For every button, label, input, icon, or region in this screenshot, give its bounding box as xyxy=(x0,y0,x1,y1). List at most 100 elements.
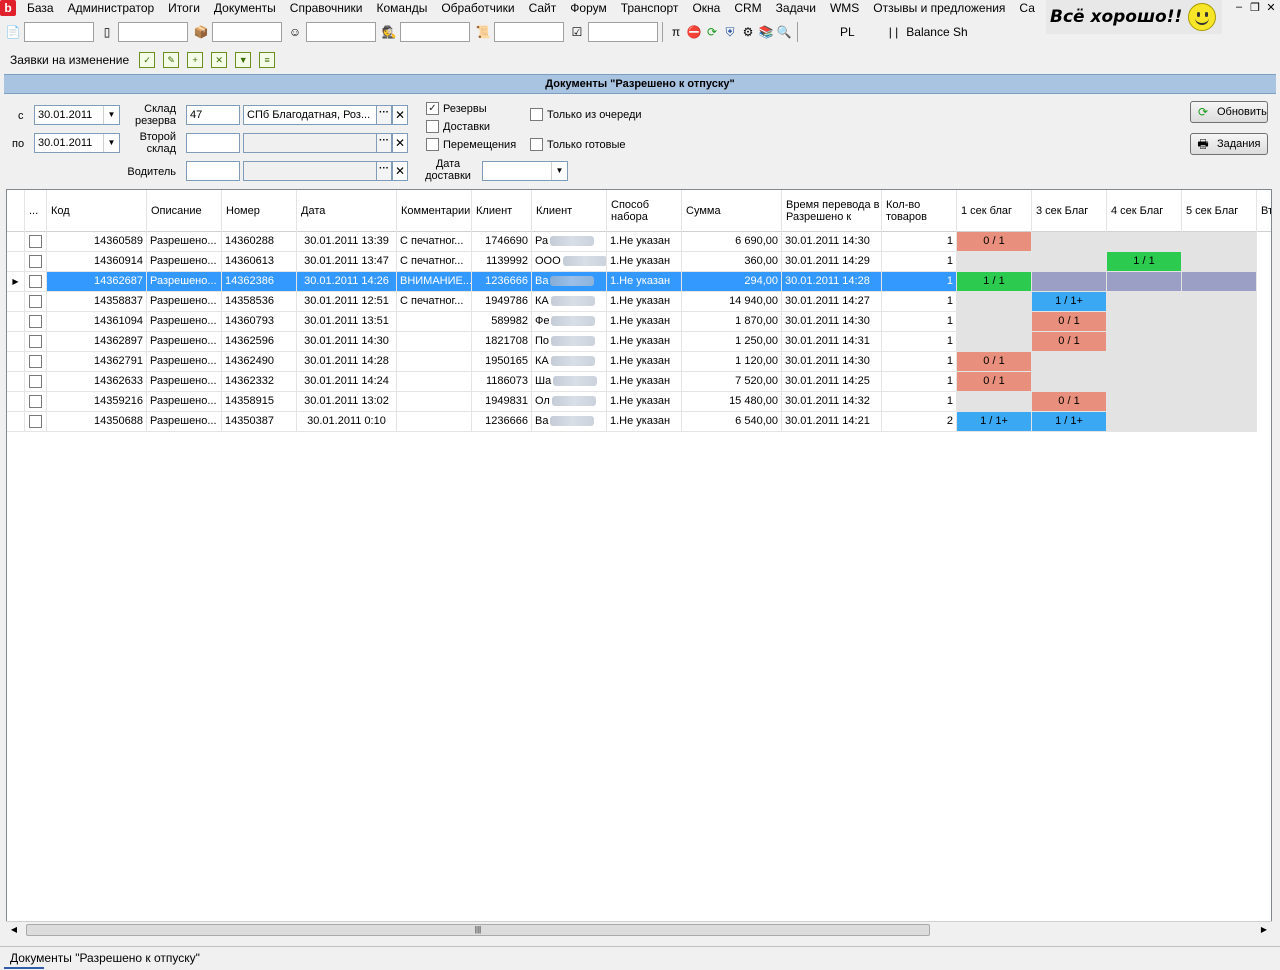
horizontal-scrollbar[interactable]: ◀ ||| ▶ xyxy=(6,921,1272,937)
row-checkbox[interactable] xyxy=(29,315,42,328)
cell-num[interactable]: 14360288 xyxy=(222,232,297,252)
scroll-icon[interactable]: 📜 xyxy=(474,23,492,41)
column-header-4[interactable]: Дата xyxy=(297,190,397,232)
cell-date[interactable]: 30.01.2011 13:47 xyxy=(297,252,397,272)
cell-num[interactable]: 14362332 xyxy=(222,372,297,392)
row-indicator[interactable] xyxy=(7,392,25,412)
cell-code[interactable]: 14360914 xyxy=(47,252,147,272)
toolbar-field-5[interactable] xyxy=(400,22,470,42)
column-header-5[interactable]: Комментарии xyxy=(397,190,472,232)
cell-client_id[interactable]: 1949786 xyxy=(472,292,532,312)
menu-item-14[interactable]: Отзывы и предложения xyxy=(866,0,1012,16)
cell-sum[interactable]: 6 540,00 xyxy=(682,412,782,432)
driver-browse-button[interactable]: ··· xyxy=(376,161,392,181)
cell-time[interactable]: 30.01.2011 14:32 xyxy=(782,392,882,412)
table-row[interactable]: 14350688 Разрешено... 14350387 30.01.2011 0… xyxy=(7,412,1271,432)
second-warehouse-clear-button[interactable]: ✕ xyxy=(392,133,408,153)
cell-s3[interactable] xyxy=(1032,352,1107,372)
pl-label[interactable]: PL xyxy=(836,25,859,39)
reserves-checkbox[interactable]: ✓ Резервы xyxy=(426,102,487,115)
cell-code[interactable]: 14362633 xyxy=(47,372,147,392)
column-header-16[interactable]: Вт xyxy=(1257,190,1271,232)
cell-code[interactable]: 14359216 xyxy=(47,392,147,412)
cell-comment[interactable] xyxy=(397,312,472,332)
request-list-icon[interactable]: ≡ xyxy=(259,52,276,68)
scroll-left-icon[interactable]: ◀ xyxy=(6,922,22,938)
toolbar-field-1[interactable] xyxy=(24,22,94,42)
cell-s5[interactable] xyxy=(1182,232,1257,252)
ready-only-check-box[interactable] xyxy=(530,138,543,151)
cell-s3[interactable]: 1 / 1+ xyxy=(1032,412,1107,432)
menu-item-10[interactable]: Окна xyxy=(685,0,727,16)
app-logo-icon[interactable]: b xyxy=(0,0,16,16)
cell-s3[interactable] xyxy=(1032,272,1107,292)
cell-s1[interactable]: 0 / 1 xyxy=(957,352,1032,372)
stop-icon[interactable]: ⛔ xyxy=(685,23,703,41)
menu-item-5[interactable]: Команды xyxy=(369,0,434,16)
cell-date[interactable]: 30.01.2011 14:28 xyxy=(297,352,397,372)
pi-icon[interactable]: π xyxy=(667,23,685,41)
driver-code-field[interactable] xyxy=(186,161,240,181)
menu-item-4[interactable]: Справочники xyxy=(283,0,370,16)
maximize-icon[interactable]: ❐ xyxy=(1248,1,1262,14)
cell-s4[interactable] xyxy=(1107,292,1182,312)
cell-sum[interactable]: 6 690,00 xyxy=(682,232,782,252)
table-row[interactable]: 14361094 Разрешено... 14360793 30.01.2011 1… xyxy=(7,312,1271,332)
cell-comment[interactable] xyxy=(397,412,472,432)
cell-s4[interactable] xyxy=(1107,272,1182,292)
cell-num[interactable]: 14350387 xyxy=(222,412,297,432)
cell-s1[interactable]: 1 / 1 xyxy=(957,272,1032,292)
cell-qty[interactable]: 1 xyxy=(882,392,957,412)
cell-sum[interactable]: 14 940,00 xyxy=(682,292,782,312)
row-checkbox[interactable] xyxy=(29,415,42,428)
cell-client_id[interactable]: 1821708 xyxy=(472,332,532,352)
cell-s1[interactable]: 1 / 1+ xyxy=(957,412,1032,432)
cell-s1[interactable]: 0 / 1 xyxy=(957,232,1032,252)
cell-desc[interactable]: Разрешено... xyxy=(147,292,222,312)
menu-item-7[interactable]: Сайт xyxy=(522,0,564,16)
cell-qty[interactable]: 1 xyxy=(882,232,957,252)
cell-qty[interactable]: 1 xyxy=(882,252,957,272)
cell-s5[interactable] xyxy=(1182,332,1257,352)
row-indicator[interactable] xyxy=(7,372,25,392)
column-header-0[interactable]: ... xyxy=(25,190,47,232)
moves-check-box[interactable] xyxy=(426,138,439,151)
queue-only-checkbox[interactable]: Только из очереди xyxy=(530,108,642,121)
cell-time[interactable]: 30.01.2011 14:31 xyxy=(782,332,882,352)
row-indicator[interactable] xyxy=(7,352,25,372)
cell-desc[interactable]: Разрешено... xyxy=(147,252,222,272)
table-row[interactable]: 14362897 Разрешено... 14362596 30.01.2011 1… xyxy=(7,332,1271,352)
cell-num[interactable]: 14362490 xyxy=(222,352,297,372)
cell-num[interactable]: 14358536 xyxy=(222,292,297,312)
cell-date[interactable]: 30.01.2011 13:51 xyxy=(297,312,397,332)
toolbar-field-4[interactable] xyxy=(306,22,376,42)
cell-s3[interactable]: 1 / 1+ xyxy=(1032,292,1107,312)
cell-s5[interactable] xyxy=(1182,252,1257,272)
driver-name-field[interactable] xyxy=(243,161,377,181)
cell-code[interactable]: 14360589 xyxy=(47,232,147,252)
cell-qty[interactable]: 1 xyxy=(882,332,957,352)
cell-client_id[interactable]: 1186073 xyxy=(472,372,532,392)
cell-client[interactable]: Ва xyxy=(532,272,607,292)
cell-qty[interactable]: 1 xyxy=(882,292,957,312)
cell-comment[interactable]: С печатног... xyxy=(397,292,472,312)
menu-item-13[interactable]: WMS xyxy=(823,0,866,16)
warehouse-clear-button[interactable]: ✕ xyxy=(392,105,408,125)
document-icon[interactable]: 📄 xyxy=(4,23,22,41)
cell-comment[interactable]: ВНИМАНИЕ... xyxy=(397,272,472,292)
cell-desc[interactable]: Разрешено... xyxy=(147,272,222,292)
cell-s3[interactable] xyxy=(1032,252,1107,272)
cell-s1[interactable] xyxy=(957,332,1032,352)
row-checkbox[interactable] xyxy=(29,375,42,388)
cell-method[interactable]: 1.Не указан xyxy=(607,352,682,372)
cell-method[interactable]: 1.Не указан xyxy=(607,312,682,332)
cell-qty[interactable]: 2 xyxy=(882,412,957,432)
cell-client[interactable]: Фе xyxy=(532,312,607,332)
cell-client[interactable]: ООО xyxy=(532,252,607,272)
cell-s3[interactable]: 0 / 1 xyxy=(1032,392,1107,412)
row-checkbox[interactable] xyxy=(29,335,42,348)
cell-date[interactable]: 30.01.2011 14:30 xyxy=(297,332,397,352)
menu-item-2[interactable]: Итоги xyxy=(161,0,207,16)
cell-desc[interactable]: Разрешено... xyxy=(147,352,222,372)
cell-desc[interactable]: Разрешено... xyxy=(147,412,222,432)
